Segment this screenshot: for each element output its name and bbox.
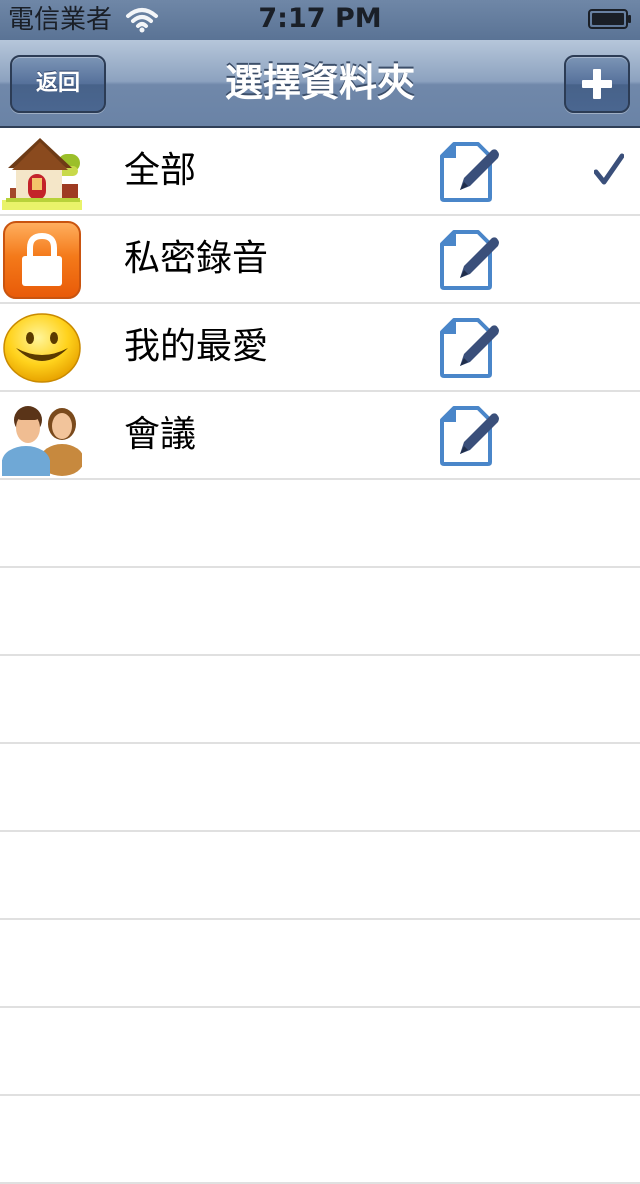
page-title: 選擇資料夾 <box>224 61 415 105</box>
folder-list: 全部 私密錄音 我的最愛 會議 <box>0 128 640 1184</box>
edit-icon[interactable] <box>438 404 502 468</box>
status-bar: 電信業者 7:17 PM <box>0 0 640 40</box>
status-time: 7:17 PM <box>258 3 382 34</box>
folder-row[interactable]: 我的最愛 <box>0 304 640 392</box>
battery-icon <box>588 9 631 29</box>
empty-row <box>0 568 640 656</box>
edit-icon[interactable] <box>438 228 502 292</box>
folder-label: 我的最愛 <box>124 326 269 367</box>
checkmark-icon <box>594 153 624 185</box>
empty-row <box>0 1008 640 1096</box>
empty-row <box>0 480 640 568</box>
plus-icon <box>582 69 612 99</box>
empty-row <box>0 656 640 744</box>
edit-icon[interactable] <box>438 316 502 380</box>
people-icon <box>2 406 82 476</box>
smiley-icon <box>3 313 81 383</box>
empty-row <box>0 920 640 1008</box>
empty-row <box>0 1096 640 1184</box>
folder-row[interactable]: 全部 <box>0 128 640 216</box>
house-icon <box>2 138 82 210</box>
add-folder-button[interactable] <box>564 55 630 113</box>
edit-icon[interactable] <box>438 140 502 204</box>
folder-label: 私密錄音 <box>124 238 269 279</box>
folder-label: 會議 <box>124 414 197 455</box>
folder-row[interactable]: 私密錄音 <box>0 216 640 304</box>
folder-label: 全部 <box>124 150 197 191</box>
navigation-bar: 返回 選擇資料夾 <box>0 40 640 128</box>
lock-icon <box>3 221 81 299</box>
folder-row[interactable]: 會議 <box>0 392 640 480</box>
empty-row <box>0 832 640 920</box>
empty-row <box>0 744 640 832</box>
